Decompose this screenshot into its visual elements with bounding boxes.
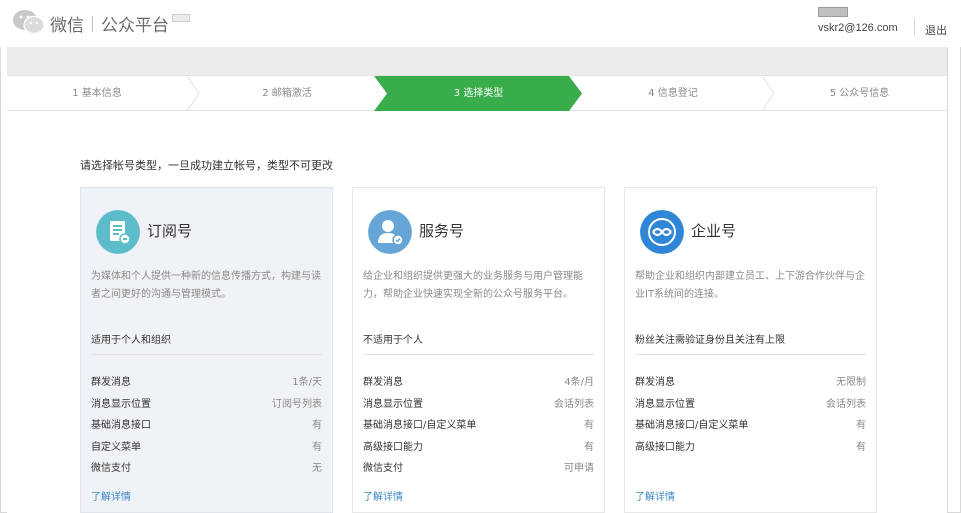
- feature-name: 基础消息接口/自定义菜单: [363, 420, 477, 431]
- feature-value: 无限制: [836, 377, 866, 388]
- brand-divider: [92, 15, 93, 32]
- feature-value: 会话列表: [826, 398, 866, 410]
- card-divider: [91, 354, 322, 355]
- user-avatar[interactable]: [818, 7, 848, 17]
- feature-name: 微信支付: [91, 463, 131, 474]
- instruction-text: 请选择帐号类型，一旦成功建立帐号，类型不可更改: [80, 159, 333, 172]
- feature-value: 可申请: [564, 463, 594, 474]
- feature-name: 群发消息: [635, 377, 675, 388]
- brand-title: 微信 公众平台: [50, 11, 190, 36]
- feature-value: 有: [856, 441, 866, 453]
- step-progress-bar: 1 基本信息 2 邮箱激活 3 选择类型 4 信息登记 5 公众号信息: [7, 75, 947, 111]
- feature-row: 消息显示位置 会话列表: [363, 395, 594, 417]
- header-divider: [914, 19, 915, 36]
- card-service-account[interactable]: 服务号 给企业和组织提供更强大的业务服务与用户管理能力，帮助企业快速实现全新的公…: [352, 187, 605, 513]
- content-edge: [947, 47, 948, 513]
- learn-more-link[interactable]: 了解详情: [91, 488, 131, 503]
- feature-value: 有: [584, 420, 594, 431]
- feature-row: 微信支付 可申请: [363, 459, 594, 481]
- feature-list: 群发消息 无限制 消息显示位置 会话列表 基础消息接口/自定义菜单有 高级接口能力有: [635, 373, 866, 459]
- feature-value: 有: [856, 420, 866, 431]
- feature-row: 消息显示位置 会话列表: [635, 395, 866, 417]
- card-applicability: 不适用于个人: [363, 335, 423, 346]
- user-email[interactable]: vskr2@126.com: [818, 22, 898, 34]
- feature-row: 群发消息 1条/天: [91, 373, 322, 395]
- step-5-account-info: 5 公众号信息: [829, 88, 890, 99]
- wechat-logo-icon: [13, 10, 45, 35]
- card-title: 服务号: [419, 222, 465, 240]
- feature-row: 基础消息接口/自定义菜单 有: [635, 416, 866, 438]
- feature-value: 会话列表: [554, 398, 594, 410]
- feature-value: 1条/天: [292, 377, 322, 388]
- feature-value: 有: [312, 441, 322, 453]
- learn-more-link[interactable]: 了解详情: [363, 488, 403, 503]
- enterprise-link-icon: [640, 210, 684, 254]
- step-2-email-activation: 2 邮箱激活: [262, 88, 312, 99]
- feature-name: 消息显示位置: [91, 398, 151, 410]
- feature-value: 4条/月: [564, 377, 594, 388]
- learn-more-link[interactable]: 了解详情: [635, 488, 675, 503]
- feature-name: 微信支付: [363, 463, 403, 474]
- step-3-select-type: 3 选择类型: [453, 88, 504, 99]
- card-title: 订阅号: [147, 222, 193, 240]
- feature-row: 群发消息 4条/月: [363, 373, 594, 395]
- feature-value: 有: [584, 441, 594, 453]
- card-enterprise-account[interactable]: 企业号 帮助企业和组织内部建立员工、上下游合作伙伴与企业IT系统间的连接。 粉丝…: [624, 187, 877, 513]
- card-description: 为媒体和个人提供一种新的信息传播方式，构建与读者之间更好的沟通与管理模式。: [91, 271, 321, 300]
- feature-name: 基础消息接口/自定义菜单: [635, 420, 749, 431]
- logout-link[interactable]: 退出: [925, 22, 947, 38]
- beta-badge: [172, 13, 190, 22]
- step-4-info-registration: 4 信息登记: [648, 88, 698, 99]
- feature-value: 无: [312, 463, 322, 474]
- card-title: 企业号: [691, 222, 737, 240]
- card-description: 帮助企业和组织内部建立员工、上下游合作伙伴与企业IT系统间的连接。: [635, 271, 865, 300]
- card-divider: [363, 354, 594, 355]
- feature-name: 基础消息接口: [91, 420, 151, 431]
- top-header: 微信 公众平台 vskr2@126.com 退出: [0, 0, 961, 47]
- step-1-basic-info: 1 基本信息: [72, 88, 122, 99]
- feature-name: 高级接口能力: [635, 441, 695, 453]
- feature-row: 微信支付 无: [91, 459, 322, 481]
- card-applicability: 粉丝关注需验证身份且关注有上限: [635, 335, 785, 346]
- feature-name: 消息显示位置: [363, 398, 423, 410]
- platform-name: 公众平台: [101, 16, 169, 36]
- feature-row: 高级接口能力 有: [363, 438, 594, 460]
- feature-value: 订阅号列表: [272, 398, 322, 410]
- feature-name: 消息显示位置: [635, 398, 695, 410]
- feature-row: 基础消息接口/自定义菜单 有: [363, 416, 594, 438]
- header-band: [7, 47, 947, 75]
- feature-name: 群发消息: [363, 377, 403, 388]
- feature-row: 消息显示位置 订阅号列表: [91, 395, 322, 417]
- feature-name: 高级接口能力: [363, 441, 423, 453]
- brand-name: 微信: [50, 16, 84, 36]
- card-applicability: 适用于个人和组织: [91, 335, 171, 346]
- feature-value: 有: [312, 420, 322, 431]
- card-subscription-account[interactable]: 订阅号 为媒体和个人提供一种新的信息传播方式，构建与读者之间更好的沟通与管理模式…: [80, 187, 333, 513]
- card-divider: [635, 354, 866, 355]
- feature-row: 自定义菜单 有: [91, 438, 322, 460]
- feature-row: 高级接口能力 有: [635, 438, 866, 460]
- feature-name: 群发消息: [91, 377, 131, 388]
- feature-list: 群发消息 1条/天 消息显示位置 订阅号列表 基础消息接口有 自定义菜单有 微信支付…: [91, 373, 322, 481]
- feature-row: 基础消息接口 有: [91, 416, 322, 438]
- feature-list: 群发消息 4条/月 消息显示位置 会话列表 基础消息接口/自定义菜单有 高级接口能力…: [363, 373, 594, 481]
- card-description: 给企业和组织提供更强大的业务服务与用户管理能力，帮助企业快速实现全新的公众号服务…: [363, 271, 583, 300]
- feature-name: 自定义菜单: [91, 441, 141, 453]
- service-user-icon: [368, 210, 412, 254]
- feature-row: 群发消息 无限制: [635, 373, 866, 395]
- subscription-doc-icon: [96, 210, 140, 254]
